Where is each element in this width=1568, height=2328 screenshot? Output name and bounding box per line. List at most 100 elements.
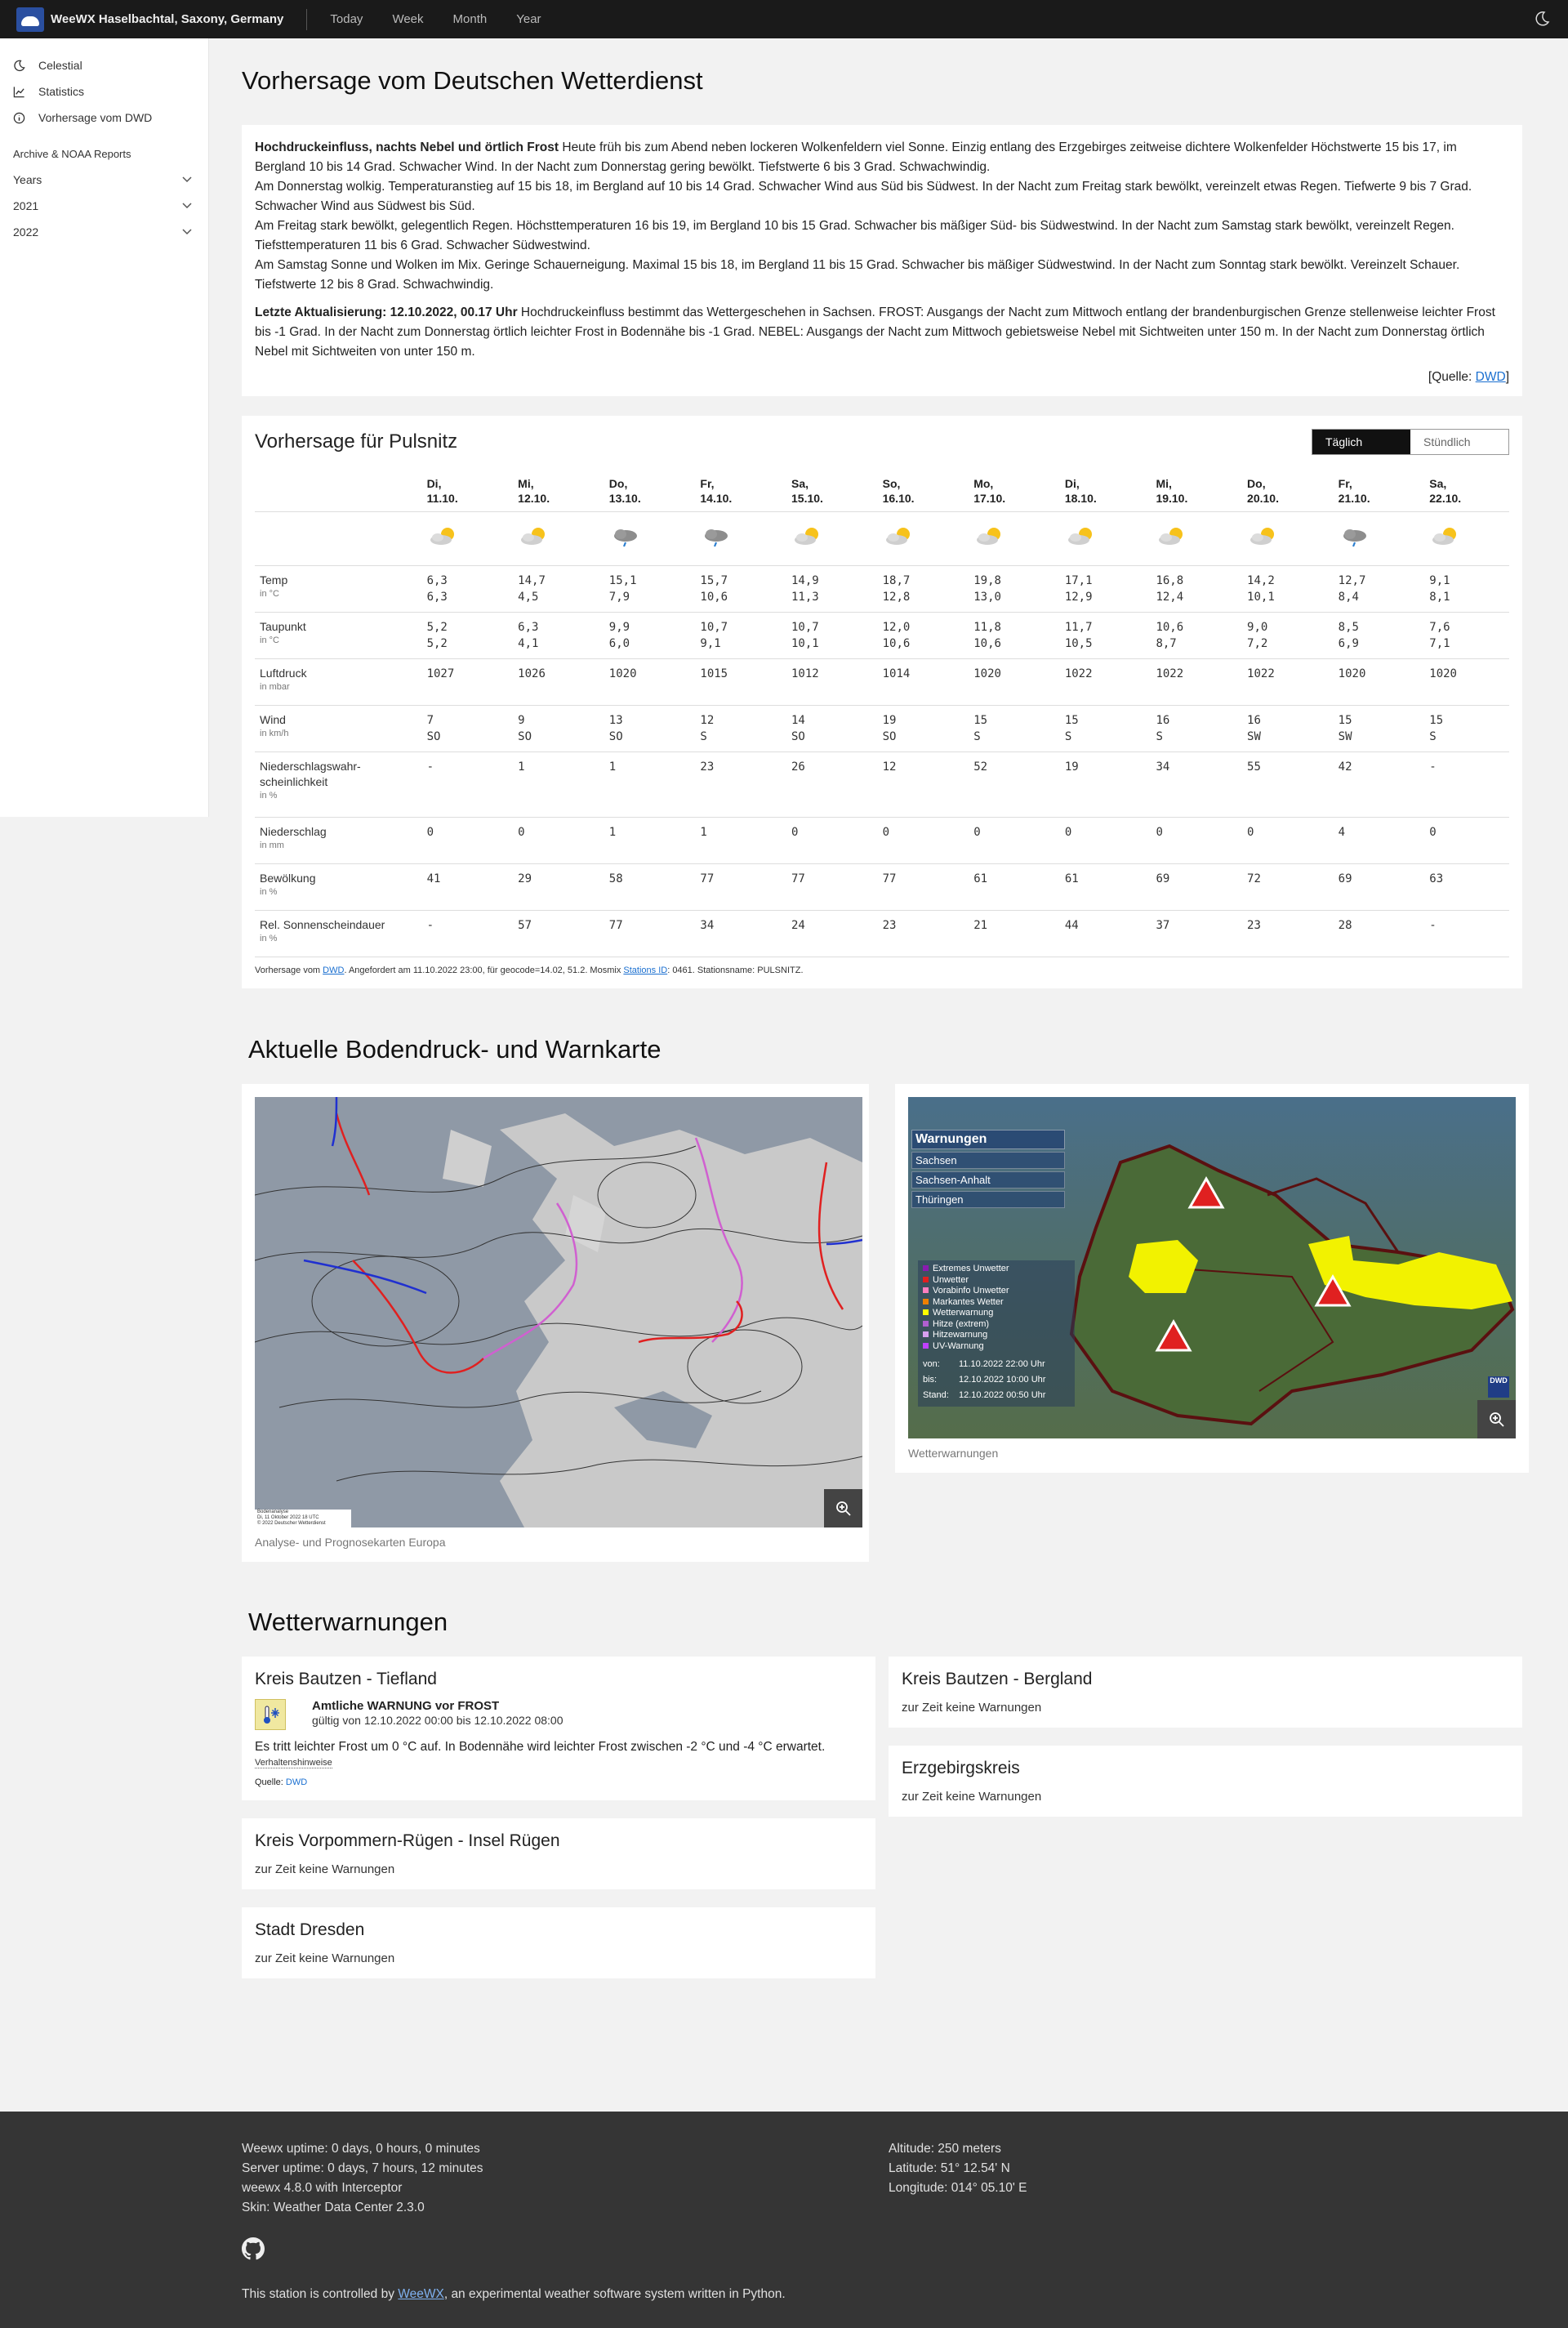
footer-line: weewx 4.8.0 with Interceptor: [242, 2181, 403, 2195]
forecast-value: -: [415, 751, 507, 818]
rain-cloud-icon: [613, 529, 637, 547]
forecast-value: 11,8 10,6: [962, 612, 1054, 659]
forecast-row: Niederschlagswahr-scheinlichkeit in % -1 1 2…: [255, 751, 1509, 818]
page-title: Vorhersage vom Deutschen Wetterdienst: [242, 66, 703, 95]
forecast-value: 14,7 4,5: [506, 565, 598, 613]
forecast-value: 12 S: [688, 705, 780, 752]
forecast-value: 1: [688, 817, 780, 864]
toggle-daily[interactable]: Täglich: [1312, 430, 1410, 454]
forecast-value: 1: [597, 751, 689, 818]
warning-map[interactable]: Warnungen Sachsen Sachsen-Anhalt Thüringen…: [908, 1097, 1516, 1438]
station-logo-icon[interactable]: [16, 7, 44, 32]
forecast-row: Temp in °C 6,3 6,3 14,7 4,5 15,1 7,9 15,7 10,6 14,…: [255, 565, 1509, 613]
day-header: Mi, 12.10.: [506, 471, 598, 512]
credit-text: This station is controlled by: [242, 2287, 399, 2301]
maps-row: Bodenanalyse Di, 11 Oktober 2022 18 UTC …: [242, 1084, 1529, 1562]
line-chart-icon: [13, 86, 24, 97]
forecast-table: Di, 11.10. Mi, 12.10. Do, 13.10. Fr, 14.10. Sa, 1…: [255, 471, 1509, 957]
dark-mode-moon-icon[interactable]: [1534, 11, 1550, 27]
footer-credit: This station is controlled by WeeWX, an …: [242, 2287, 786, 2302]
sidebar-item-statistics[interactable]: Statistics: [0, 78, 208, 105]
interval-toggle: Täglich Stündlich: [1312, 429, 1509, 455]
warning-region-item[interactable]: Thüringen: [911, 1191, 1065, 1208]
weewx-link[interactable]: WeeWX: [398, 2287, 444, 2301]
nav-week[interactable]: Week: [392, 12, 423, 26]
partly-cloudy-icon: [430, 528, 454, 545]
warning-card-bautzen-bergland: Kreis Bautzen - Bergland zur Zeit keine …: [889, 1657, 1522, 1728]
weather-icon-cell: [1418, 511, 1509, 566]
forecast-value: 0: [1236, 817, 1327, 864]
day-header: Fr, 21.10.: [1326, 471, 1419, 512]
footer-line: Altitude: 250 meters: [889, 2142, 1001, 2156]
partly-cloudy-icon: [1432, 528, 1457, 545]
forecast-value: 13 SO: [597, 705, 689, 752]
nav-year[interactable]: Year: [516, 12, 541, 26]
footer-line: Latitude: 51° 12.54' N: [889, 2161, 1010, 2175]
sidebar-item-label: Statistics: [38, 85, 85, 98]
forecast-value: 24: [780, 910, 871, 957]
footer-location: Altitude: 250 meters Latitude: 51° 12.54…: [889, 2139, 1027, 2198]
note-dwd-link[interactable]: DWD: [323, 966, 344, 975]
warning-region-item[interactable]: Sachsen: [911, 1152, 1065, 1169]
rain-cloud-icon: [1343, 529, 1366, 547]
forecast-value: 23: [871, 910, 963, 957]
forecast-value: 1: [506, 751, 598, 818]
row-label: Niederschlagswahr-scheinlichkeit in %: [255, 751, 416, 818]
github-icon[interactable]: [242, 2237, 265, 2260]
warning-region-item[interactable]: Sachsen-Anhalt: [911, 1171, 1065, 1189]
weather-icon-cell: [415, 511, 507, 566]
site-brand[interactable]: WeeWX Haselbachtal, Saxony, Germany: [51, 12, 283, 26]
nav-today[interactable]: Today: [330, 12, 363, 26]
source-suffix: ]: [1505, 370, 1509, 384]
no-warnings-text: zur Zeit keine Warnungen: [255, 1862, 395, 1876]
note-text: Vorhersage vom: [255, 966, 323, 975]
sidebar-item-dwd-forecast[interactable]: Vorhersage vom DWD: [0, 105, 208, 131]
stations-id-link[interactable]: Stations ID: [623, 966, 667, 975]
weather-icon-cell: [780, 511, 871, 566]
legend-item: Extremes Unwetter: [923, 1264, 1070, 1275]
sidebar-item-label: Vorhersage vom DWD: [38, 111, 153, 124]
forecast-value: 0: [871, 817, 963, 864]
nav-month[interactable]: Month: [453, 12, 488, 26]
forecast-value: 19 SO: [871, 705, 963, 752]
forecast-value: 6,3 4,1: [506, 612, 598, 659]
forecast-value: 14,9 11,3: [780, 565, 871, 613]
day-header: Fr, 14.10.: [688, 471, 780, 512]
forecast-value: 12,0 10,6: [871, 612, 963, 659]
warning-description: Es tritt leichter Frost um 0 °C auf. In …: [255, 1740, 826, 1754]
row-label: Temp in °C: [255, 565, 416, 613]
warning-region-title: Kreis Bautzen - Bergland: [902, 1670, 1093, 1688]
weather-icon-cell: [962, 511, 1054, 566]
warning-dwd-link[interactable]: DWD: [286, 1777, 307, 1787]
sidebar-fold-years[interactable]: Years: [0, 167, 208, 193]
partly-cloudy-icon: [885, 528, 910, 545]
forecast-text: Hochdruckeinfluss, nachts Nebel und örtl…: [255, 138, 1509, 362]
zoom-button[interactable]: [1477, 1400, 1516, 1438]
weather-icon-cell: [1236, 511, 1327, 566]
forecast-value: 0: [506, 817, 598, 864]
forecast-value: 1027: [415, 658, 507, 706]
partly-cloudy-icon: [795, 528, 818, 545]
forecast-value: 10,7 9,1: [688, 612, 780, 659]
forecast-value: 1015: [688, 658, 780, 706]
sidebar-fold-2021[interactable]: 2021: [0, 193, 208, 219]
forecast-value: 4: [1326, 817, 1419, 864]
forecast-value: 0: [1144, 817, 1236, 864]
rain-cloud-icon: [705, 529, 728, 547]
behaviour-hints-link[interactable]: Verhaltenshinweise: [255, 1758, 332, 1768]
stamp-line: Bodenanalyse: [257, 1510, 289, 1514]
partly-cloudy-icon: [977, 528, 1001, 545]
legend-item: Markantes Wetter: [923, 1297, 1070, 1309]
warning-time-row: bis: 12.10.2022 10:00 Uhr: [923, 1375, 1046, 1385]
forecast-value: 15,1 7,9: [597, 565, 689, 613]
day-header: Mo, 17.10.: [962, 471, 1054, 512]
sidebar-fold-2022[interactable]: 2022: [0, 219, 208, 245]
sidebar-item-celestial[interactable]: Celestial: [0, 52, 208, 78]
fold-label: 2022: [13, 225, 39, 239]
dwd-source-link[interactable]: DWD: [1476, 370, 1506, 384]
legend-item: UV-Warnung: [923, 1341, 1070, 1353]
toggle-hourly[interactable]: Stündlich: [1410, 430, 1508, 454]
europe-pressure-map[interactable]: Bodenanalyse Di, 11 Oktober 2022 18 UTC …: [255, 1097, 862, 1527]
forecast-paragraph: Am Samstag Sonne und Wolken im Mix. Geri…: [255, 258, 1460, 292]
zoom-button[interactable]: [824, 1489, 862, 1527]
